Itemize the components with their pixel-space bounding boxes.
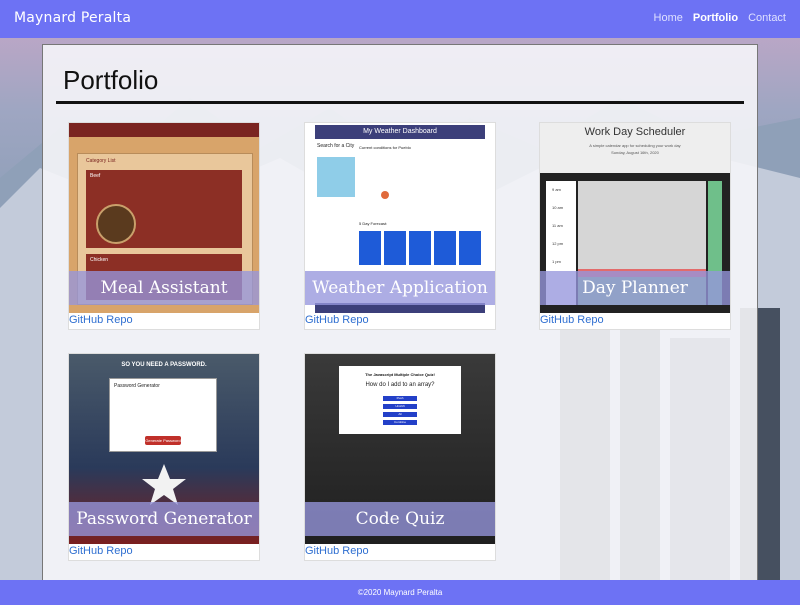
nav-link-home[interactable]: Home [654,12,683,24]
thumb-beef-card: Beef [86,170,242,248]
quiz-option: Push [383,396,417,401]
quiz-option: All [383,412,417,417]
project-title: Weather Application [305,271,495,305]
hour-label: 12 pm [552,241,564,246]
thumb-quiz-title: The Javascript Multiple Choice Quiz! [365,372,435,377]
forecast-card [359,231,381,265]
github-repo-link[interactable]: GitHub Repo [305,314,369,326]
project-card-weather-application: My Weather Dashboard Search for a City C… [304,122,496,330]
project-title: Password Generator [69,502,259,536]
food-image [96,204,136,244]
hour-label: 9 am [552,187,561,192]
navbar: Maynard Peralta Home Portfolio Contact [0,0,800,38]
title-divider [56,101,744,104]
page-title: Portfolio [63,65,159,95]
project-title: Day Planner [540,271,730,305]
thumb-navbar [69,123,259,137]
thumb-planner-sub: A simple calendar app for scheduling you… [589,143,681,148]
github-repo-link[interactable]: GitHub Repo [69,314,133,326]
thumb-chicken-label: Chicken [90,257,109,263]
uv-indicator [381,191,389,199]
thumb-pw-banner: SO YOU NEED A PASSWORD. [121,362,207,368]
thumb-quiz-card: The Javascript Multiple Choice Quiz! How… [339,366,461,434]
thumb-planner-title: Work Day Scheduler [584,126,686,138]
quiz-option: Unshift [383,404,417,409]
thumb-beef-label: Beef [90,173,101,179]
project-title: Meal Assistant [69,271,259,305]
thumb-planner-date: Sunday, August 16th, 2020 [611,150,659,155]
project-title: Code Quiz [305,502,495,536]
github-repo-link[interactable]: GitHub Repo [540,314,604,326]
project-card-day-planner: Work Day Scheduler A simple calendar app… [539,122,731,330]
project-card-meal-assistant: Category List Beef Chicken Meal Assistan… [68,122,260,330]
forecast-card [409,231,431,265]
past-slots [578,181,706,269]
portfolio-panel: Portfolio Category List Beef Chicken Mea… [42,44,758,582]
project-card-code-quiz: The Javascript Multiple Choice Quiz! How… [304,353,496,561]
thumb-weather-header: My Weather Dashboard [315,125,485,139]
nav-links: Home Portfolio Contact [654,12,786,24]
brand-link[interactable]: Maynard Peralta [14,10,131,26]
quiz-option: Combine [383,420,417,425]
nav-link-portfolio[interactable]: Portfolio [693,12,738,24]
forecast-card [459,231,481,265]
project-card-password-generator: SO YOU NEED A PASSWORD. Password Generat… [68,353,260,561]
thumb-city-list [317,157,355,197]
nav-link-contact[interactable]: Contact [748,12,786,24]
hour-label: 1 pm [552,259,561,264]
github-repo-link[interactable]: GitHub Repo [69,545,133,557]
hour-label: 11 am [552,223,563,228]
thumb-pw-title: Password Generator [114,383,160,389]
hour-label: 10 am [552,205,564,210]
thumb-forecast-label: 5 Day Forecast: [359,221,388,226]
thumb-current-label: Current conditions for Pueblo [359,145,411,150]
github-repo-link[interactable]: GitHub Repo [305,545,369,557]
thumb-quiz-question: How do I add to an array? [365,382,435,388]
thumb-search-label: Search for a City [317,143,355,149]
thumb-pw-button: Generate Password [145,436,181,445]
thumb-category-label: Category List [86,158,116,164]
forecast-card [384,231,406,265]
forecast-card [434,231,456,265]
footer: ©2020 Maynard Peralta [0,580,800,605]
